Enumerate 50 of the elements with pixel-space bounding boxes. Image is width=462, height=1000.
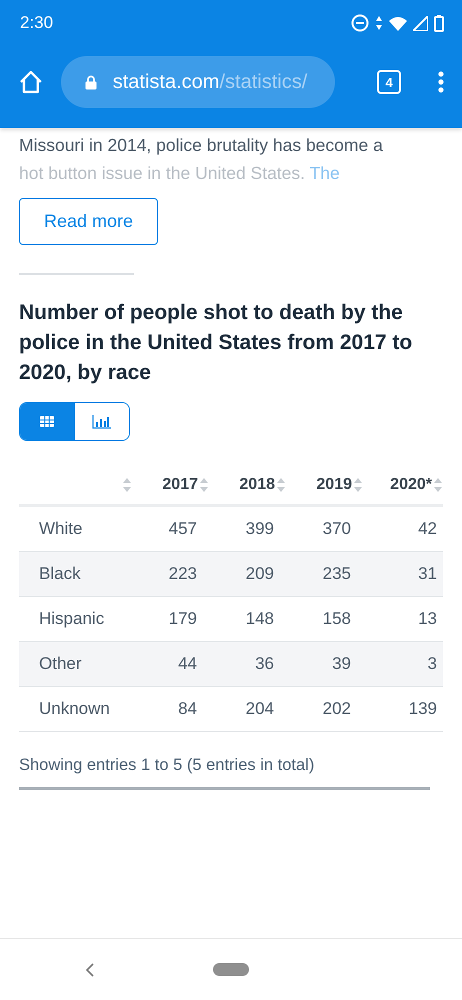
table-cell-text: Black — [38, 564, 82, 584]
table-cell-text: 202 — [322, 699, 351, 719]
tab-count[interactable]: 4 — [377, 70, 402, 94]
lock-icon — [84, 74, 97, 90]
article-text: hot button issue in the United States. The — [19, 162, 341, 185]
table-cell-text: 204 — [244, 699, 274, 719]
table-view-button[interactable] — [20, 403, 74, 440]
table-cell-text: 158 — [322, 609, 351, 629]
table-cell-text: 84 — [177, 699, 197, 719]
table-cell-text: 42 — [417, 519, 438, 539]
statistic-title: Number of people shot to death by the police in the United States from 2017 to 2020, by race — [19, 300, 414, 386]
table-cell-text: Unknown — [38, 699, 111, 719]
column-header[interactable]: 2017 — [162, 476, 198, 494]
table-cell-text: 235 — [322, 564, 351, 584]
table-cell-text: 179 — [168, 609, 197, 629]
table-cell-text: 36 — [254, 654, 274, 674]
home-pill[interactable] — [213, 963, 249, 976]
status-time: 2:30 — [20, 13, 54, 33]
table-cell-text: 209 — [244, 564, 274, 584]
table-cell-text: 370 — [322, 519, 351, 539]
table-cell-text: 31 — [417, 564, 438, 584]
home-icon[interactable] — [18, 69, 44, 95]
battery-icon — [434, 14, 444, 32]
table-cell-text: 3 — [426, 654, 438, 674]
table-cell-text: 457 — [168, 519, 197, 539]
table-cell-text: White — [38, 519, 84, 539]
back-icon[interactable] — [85, 962, 95, 976]
column-header[interactable]: 2019 — [316, 476, 352, 494]
do-not-disturb-icon — [351, 14, 369, 32]
read-more-button[interactable]: Read more — [19, 198, 158, 245]
grid-icon — [40, 416, 54, 427]
entries-summary: Showing entries 1 to 5 (5 entries in total) — [19, 756, 316, 775]
column-header[interactable]: 2020* — [390, 476, 432, 494]
column-header[interactable]: 2018 — [239, 476, 275, 494]
menu-icon[interactable] — [438, 71, 444, 93]
wifi-icon — [389, 16, 407, 30]
table-cell-text: Other — [38, 654, 83, 674]
table-cell-text: 399 — [244, 519, 274, 539]
table-cell-text: 223 — [168, 564, 197, 584]
article-text: Missouri in 2014, police brutality has become a — [19, 134, 384, 157]
data-arrows-icon — [375, 15, 383, 31]
table-cell-text: 39 — [331, 654, 351, 674]
bar-chart-icon — [92, 414, 112, 428]
table-cell-text: 139 — [408, 699, 438, 719]
url-text: statista.com/statistics/ — [112, 70, 308, 94]
table-cell-text: 44 — [177, 654, 197, 674]
table-cell-text: 13 — [417, 609, 438, 629]
table-cell-text: 148 — [244, 609, 274, 629]
table-cell-text: Hispanic — [38, 609, 106, 629]
signal-icon — [413, 16, 428, 30]
